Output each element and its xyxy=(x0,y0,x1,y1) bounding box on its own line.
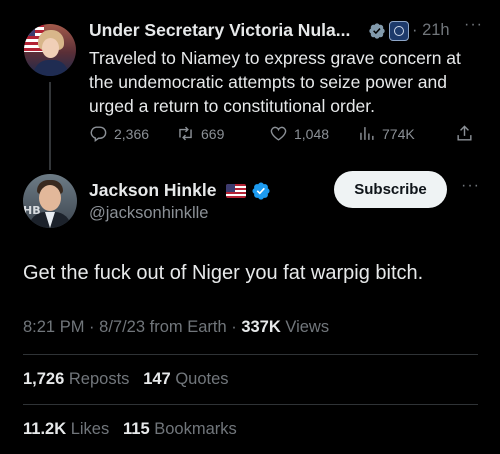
share-icon xyxy=(457,125,472,141)
view-count: 337K xyxy=(241,318,281,336)
bookmarks-link[interactable]: 115 Bookmarks xyxy=(123,420,237,438)
quotes-link[interactable]: 147 Quotes xyxy=(143,370,228,388)
like-count: 1,048 xyxy=(294,125,330,142)
views-button[interactable]: 774K xyxy=(357,124,415,143)
us-flag-icon xyxy=(226,184,246,198)
thread-line xyxy=(49,82,51,170)
author-handle[interactable]: @jacksonhinklle xyxy=(89,204,208,223)
view-count: 774K xyxy=(382,125,415,142)
avatar-text: HB xyxy=(23,204,41,217)
quotes-count: 147 xyxy=(143,370,171,388)
tweet-date[interactable]: 8/7/23 xyxy=(99,318,145,336)
parent-tweet-text: Traveled to Niamey to express grave conc… xyxy=(89,48,461,116)
reply-button[interactable]: 2,366 xyxy=(89,124,149,143)
likes-link[interactable]: 11.2K Likes xyxy=(23,420,109,438)
avatar[interactable] xyxy=(24,24,76,76)
bookmarks-label: Bookmarks xyxy=(154,420,237,438)
government-seal-icon xyxy=(389,21,409,41)
tweet-meta: 8:21 PM · 8/7/23 from Earth · 337K Views xyxy=(23,318,330,336)
like-icon xyxy=(270,126,287,141)
avatar[interactable]: HB xyxy=(23,174,77,228)
repost-icon xyxy=(179,126,192,141)
views-icon xyxy=(360,127,374,140)
divider xyxy=(23,354,478,355)
reply-icon xyxy=(90,126,107,143)
subscribe-button[interactable]: Subscribe xyxy=(334,171,447,208)
parent-author-name[interactable]: Under Secretary Victoria Nula... xyxy=(89,20,350,41)
author-name[interactable]: Jackson Hinkle xyxy=(89,180,216,201)
bookmarks-count: 115 xyxy=(123,420,150,438)
reposts-link[interactable]: 1,726 Reposts xyxy=(23,370,129,388)
blue-verified-icon xyxy=(252,182,270,200)
quotes-label: Quotes xyxy=(175,370,229,388)
parent-time[interactable]: · 21h xyxy=(412,21,450,40)
repost-button[interactable]: 669 xyxy=(176,124,224,143)
divider xyxy=(23,404,478,405)
like-stats: 11.2K Likes 115 Bookmarks xyxy=(23,420,237,439)
tweet-source: from Earth xyxy=(149,318,227,336)
more-icon[interactable]: ··· xyxy=(464,16,483,34)
likes-count: 11.2K xyxy=(23,420,67,438)
gray-verified-icon xyxy=(369,23,385,39)
reposts-count: 1,726 xyxy=(23,370,65,388)
tweet-time[interactable]: 8:21 PM xyxy=(23,318,84,336)
more-icon[interactable]: ··· xyxy=(461,177,480,195)
repost-stats: 1,726 Reposts 147 Quotes xyxy=(23,370,229,389)
tweet-text: Get the fuck out of Niger you fat warpig… xyxy=(23,262,424,284)
share-button[interactable] xyxy=(455,124,474,143)
likes-label: Likes xyxy=(70,420,110,438)
reposts-label: Reposts xyxy=(68,370,130,388)
repost-count: 669 xyxy=(201,125,225,142)
views-label: Views xyxy=(285,318,330,336)
reply-count: 2,366 xyxy=(114,125,150,142)
like-button[interactable]: 1,048 xyxy=(269,124,329,143)
